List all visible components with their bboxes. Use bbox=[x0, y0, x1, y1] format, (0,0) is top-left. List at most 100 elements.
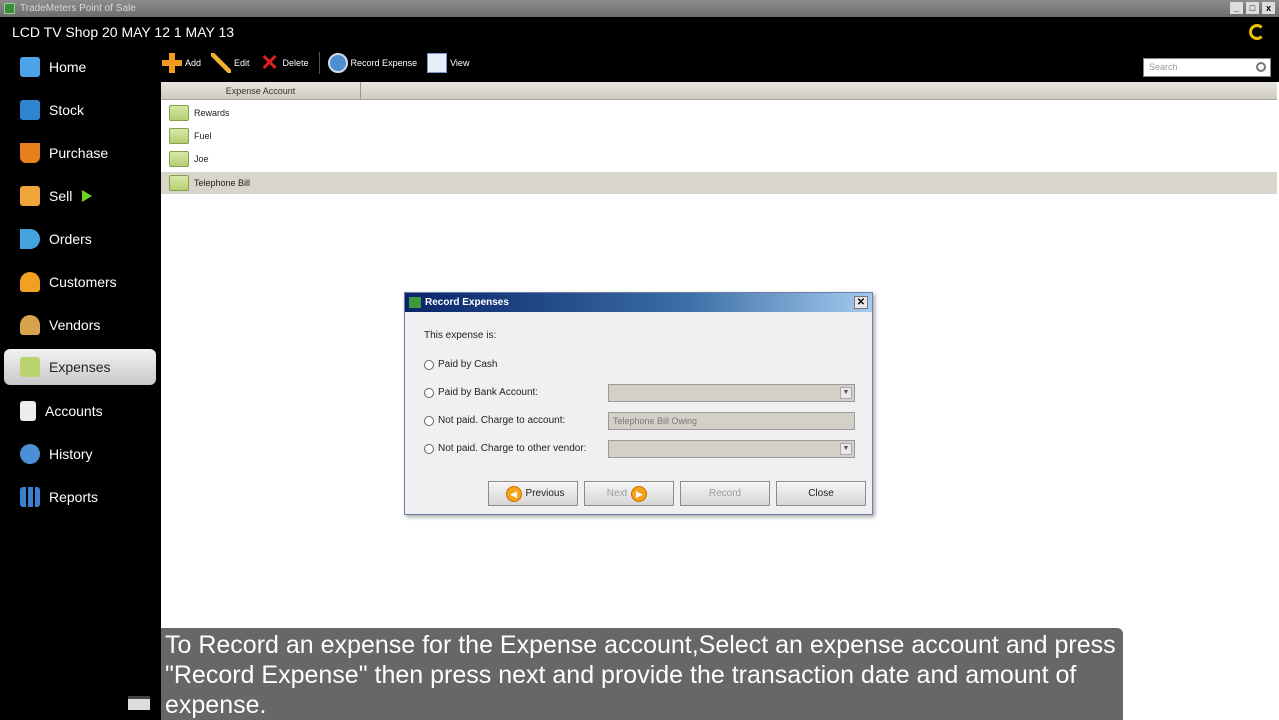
table-row-selected[interactable]: Telephone Bill bbox=[161, 172, 1277, 194]
dialog-close-icon[interactable]: ✕ bbox=[854, 296, 868, 309]
home-icon bbox=[20, 57, 40, 77]
tutorial-caption: To Record an expense for the Expense acc… bbox=[161, 628, 1123, 720]
folder-icon bbox=[169, 105, 189, 121]
sidebar-item-expenses[interactable]: Expenses bbox=[4, 349, 156, 385]
customer-icon bbox=[20, 272, 40, 292]
record-button[interactable]: Record bbox=[680, 481, 770, 506]
column-header-expense-account[interactable]: Expense Account bbox=[161, 82, 361, 100]
minimize-button[interactable]: _ bbox=[1230, 2, 1243, 14]
chevron-down-icon[interactable]: ▼ bbox=[840, 387, 852, 399]
charge-to-vendor-option[interactable]: Not paid. Charge to other vendor: bbox=[424, 443, 586, 454]
radio-paid-by-cash[interactable] bbox=[424, 359, 434, 370]
row-label: Joe bbox=[194, 154, 209, 164]
option-label: Paid by Cash bbox=[438, 359, 498, 370]
vendor-icon bbox=[20, 315, 40, 335]
row-label: Telephone Bill bbox=[194, 178, 251, 188]
close-button[interactable]: Close bbox=[776, 481, 866, 506]
vendor-select[interactable]: ▼ bbox=[608, 440, 855, 458]
coin-icon bbox=[327, 53, 348, 73]
sidebar-item-customers[interactable]: Customers bbox=[4, 264, 156, 300]
delete-x-icon: ✕ bbox=[260, 50, 279, 75]
previous-button[interactable]: ◀ Previous bbox=[488, 481, 578, 506]
sidebar-item-label: Purchase bbox=[49, 145, 109, 161]
table-row[interactable]: Fuel bbox=[161, 125, 1277, 147]
record-expense-button[interactable]: Record Expense bbox=[327, 53, 417, 73]
radio-charge-to-account[interactable] bbox=[424, 415, 434, 426]
sidebar-item-label: Stock bbox=[49, 102, 85, 118]
edit-button[interactable]: Edit bbox=[211, 53, 250, 73]
add-button[interactable]: Add bbox=[162, 53, 201, 73]
sidebar-item-home[interactable]: Home bbox=[4, 49, 156, 85]
stock-icon bbox=[20, 100, 40, 120]
pencil-icon bbox=[211, 53, 232, 73]
sidebar-item-accounts[interactable]: Accounts bbox=[4, 393, 156, 429]
option-label: Paid by Bank Account: bbox=[438, 387, 539, 398]
row-label: Fuel bbox=[194, 131, 212, 141]
folder-icon bbox=[169, 151, 189, 167]
paid-by-cash-option[interactable]: Paid by Cash bbox=[424, 359, 497, 370]
view-icon bbox=[427, 53, 448, 73]
sidebar-item-label: Expenses bbox=[49, 359, 111, 375]
window-title: TradeMeters Point of Sale bbox=[20, 3, 136, 14]
view-button[interactable]: View bbox=[427, 53, 469, 73]
paid-by-bank-option[interactable]: Paid by Bank Account: bbox=[424, 387, 538, 398]
arrow-right-icon: ▶ bbox=[631, 485, 648, 502]
sidebar-item-label: Sell bbox=[49, 188, 73, 204]
orders-icon bbox=[20, 229, 40, 249]
refresh-icon[interactable] bbox=[1249, 24, 1265, 40]
window-titlebar: TradeMeters Point of Sale _ □ x bbox=[0, 0, 1279, 17]
table-row[interactable]: Joe bbox=[161, 148, 1277, 170]
next-label: Next bbox=[606, 488, 628, 499]
charge-to-account-option[interactable]: Not paid. Charge to account: bbox=[424, 415, 565, 426]
sidebar-item-vendors[interactable]: Vendors bbox=[4, 307, 156, 343]
folder-icon bbox=[169, 175, 189, 191]
sidebar-item-label: Customers bbox=[49, 274, 117, 290]
sidebar-item-label: History bbox=[49, 446, 93, 462]
charge-account-field[interactable]: Telephone Bill Owing bbox=[608, 412, 855, 430]
radio-paid-by-bank[interactable] bbox=[424, 387, 434, 398]
sidebar-item-label: Vendors bbox=[49, 317, 101, 333]
toolbar: Add Edit ✕ Delete Record Expense View bbox=[162, 50, 479, 76]
table-row[interactable]: Rewards bbox=[161, 102, 1277, 124]
dialog-title: Record Expenses bbox=[425, 297, 509, 308]
search-icon[interactable] bbox=[1256, 62, 1266, 72]
sidebar-item-reports[interactable]: Reports bbox=[4, 479, 156, 515]
folder-icon bbox=[169, 128, 189, 144]
delete-button[interactable]: ✕ Delete bbox=[260, 50, 308, 75]
history-icon bbox=[20, 444, 40, 464]
option-label: Not paid. Charge to other vendor: bbox=[438, 443, 587, 454]
sell-icon bbox=[20, 186, 40, 206]
view-label: View bbox=[450, 58, 470, 68]
sidebar-item-orders[interactable]: Orders bbox=[4, 221, 156, 257]
maximize-button[interactable]: □ bbox=[1246, 2, 1259, 14]
row-label: Rewards bbox=[194, 108, 230, 118]
dialog-app-icon bbox=[409, 297, 421, 308]
dialog-titlebar: Record Expenses ✕ bbox=[405, 293, 872, 312]
window-controls: _ □ x bbox=[1230, 2, 1275, 14]
play-icon bbox=[82, 190, 93, 202]
add-label: Add bbox=[185, 58, 202, 68]
sidebar-item-history[interactable]: History bbox=[4, 436, 156, 472]
close-label: Close bbox=[808, 488, 834, 499]
close-window-button[interactable]: x bbox=[1262, 2, 1275, 14]
tray-icon[interactable] bbox=[128, 696, 150, 710]
sidebar-item-stock[interactable]: Stock bbox=[4, 92, 156, 128]
sidebar-item-sell[interactable]: Sell bbox=[4, 178, 156, 214]
previous-label: Previous bbox=[525, 488, 565, 499]
bank-account-select[interactable]: ▼ bbox=[608, 384, 855, 402]
app-icon bbox=[4, 3, 15, 14]
shop-title: LCD TV Shop 20 MAY 12 1 MAY 13 bbox=[12, 24, 235, 40]
accounts-icon bbox=[20, 401, 36, 421]
option-label: Not paid. Charge to account: bbox=[438, 415, 566, 426]
search-input[interactable]: Search bbox=[1143, 58, 1271, 77]
expenses-icon bbox=[20, 357, 40, 377]
next-button[interactable]: Next ▶ bbox=[584, 481, 674, 506]
sidebar-item-label: Home bbox=[49, 59, 87, 75]
radio-charge-to-vendor[interactable] bbox=[424, 443, 434, 454]
chevron-down-icon[interactable]: ▼ bbox=[840, 443, 852, 455]
arrow-left-icon: ◀ bbox=[505, 485, 522, 502]
sidebar-item-purchase[interactable]: Purchase bbox=[4, 135, 156, 171]
basket-icon bbox=[20, 143, 40, 163]
grid-header: Expense Account bbox=[161, 82, 1277, 100]
dialog-prompt: This expense is: bbox=[424, 330, 497, 341]
